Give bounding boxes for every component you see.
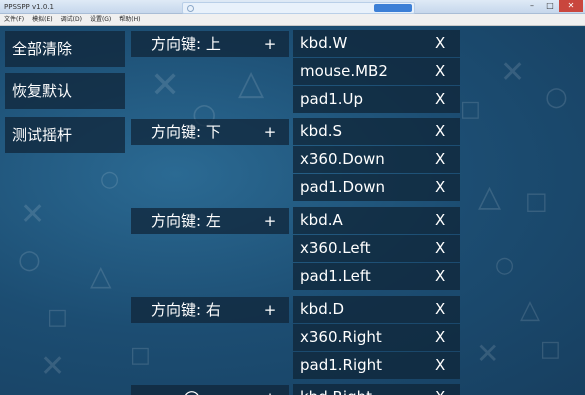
remove-binding-button[interactable]: X bbox=[435, 30, 445, 57]
cross-icon: ✕ bbox=[150, 65, 181, 106]
binding-name: x360.Left bbox=[300, 239, 371, 257]
binding-name: kbd.S bbox=[300, 122, 343, 140]
menu-file[interactable]: 文件(F) bbox=[0, 14, 28, 25]
binding-row[interactable]: pad1.Left X bbox=[293, 263, 460, 290]
binding-row[interactable]: pad1.Up X bbox=[293, 86, 460, 113]
triangle-icon: △ bbox=[478, 179, 502, 214]
cross-icon: ✕ bbox=[20, 197, 46, 232]
add-binding-down-button[interactable]: + bbox=[258, 119, 282, 145]
close-button[interactable]: ✕ bbox=[559, 0, 583, 12]
add-binding-circle-button[interactable]: + bbox=[258, 385, 282, 395]
cross-icon: ✕ bbox=[500, 55, 526, 90]
window-controls: – □ ✕ bbox=[523, 0, 583, 13]
binding-row[interactable]: x360.Left X bbox=[293, 235, 460, 262]
remove-binding-button[interactable]: X bbox=[435, 118, 445, 145]
menu-emulation[interactable]: 模拟(E) bbox=[28, 14, 56, 25]
title-search-box bbox=[182, 2, 415, 14]
binding-row[interactable]: kbd.D X bbox=[293, 296, 460, 323]
remove-binding-button[interactable]: X bbox=[435, 263, 445, 290]
binding-name: pad1.Down bbox=[300, 178, 386, 196]
binding-name: kbd.Right bbox=[300, 384, 372, 395]
cross-icon: ✕ bbox=[40, 349, 66, 384]
square-icon: □ bbox=[130, 343, 151, 368]
remove-binding-button[interactable]: X bbox=[435, 58, 445, 85]
binding-row[interactable]: pad1.Down X bbox=[293, 174, 460, 201]
search-icon bbox=[187, 5, 194, 12]
binding-name: x360.Right bbox=[300, 328, 382, 346]
circle-icon: ○ bbox=[18, 245, 41, 275]
window-title: PPSSPP v1.0.1 bbox=[4, 3, 54, 11]
menu-bar: 文件(F) 模拟(E) 调试(D) 设置(G) 帮助(H) bbox=[0, 14, 585, 26]
binding-row[interactable]: kbd.A X bbox=[293, 207, 460, 234]
remove-binding-button[interactable]: X bbox=[435, 324, 445, 351]
minimize-button[interactable]: – bbox=[523, 0, 541, 12]
triangle-icon: △ bbox=[520, 295, 540, 325]
binding-name: kbd.A bbox=[300, 211, 343, 229]
menu-settings[interactable]: 设置(G) bbox=[86, 14, 115, 25]
remove-binding-button[interactable]: X bbox=[435, 174, 445, 201]
remove-binding-button[interactable]: X bbox=[435, 235, 445, 262]
test-analog-button[interactable]: 测试摇杆 bbox=[5, 117, 125, 153]
binding-name: mouse.MB2 bbox=[300, 62, 388, 80]
binding-name: kbd.D bbox=[300, 300, 345, 318]
circle-icon: ○ bbox=[495, 253, 515, 278]
binding-row[interactable]: x360.Down X bbox=[293, 146, 460, 173]
remove-binding-button[interactable]: X bbox=[435, 146, 445, 173]
binding-name: pad1.Left bbox=[300, 267, 371, 285]
clear-all-button[interactable]: 全部清除 bbox=[5, 31, 125, 67]
binding-row[interactable]: kbd.S X bbox=[293, 118, 460, 145]
add-binding-left-button[interactable]: + bbox=[258, 208, 282, 234]
binding-row[interactable]: mouse.MB2 X bbox=[293, 58, 460, 85]
binding-row[interactable]: kbd.Right X bbox=[293, 384, 460, 395]
remove-binding-button[interactable]: X bbox=[435, 352, 445, 379]
remove-binding-button[interactable]: X bbox=[435, 207, 445, 234]
title-bar: PPSSPP v1.0.1 – □ ✕ bbox=[0, 0, 585, 14]
add-binding-right-button[interactable]: + bbox=[258, 297, 282, 323]
binding-name: kbd.W bbox=[300, 34, 348, 52]
circle-icon: ○ bbox=[100, 167, 120, 192]
binding-row[interactable]: kbd.W X bbox=[293, 30, 460, 57]
restore-defaults-button[interactable]: 恢复默认 bbox=[5, 73, 125, 109]
circle-icon: ○ bbox=[183, 384, 200, 395]
maximize-button[interactable]: □ bbox=[541, 0, 559, 12]
menu-help[interactable]: 帮助(H) bbox=[115, 14, 144, 25]
circle-icon: ○ bbox=[545, 82, 568, 112]
remove-binding-button[interactable]: X bbox=[435, 384, 445, 395]
binding-name: x360.Down bbox=[300, 150, 385, 168]
remove-binding-button[interactable]: X bbox=[435, 296, 445, 323]
control-mapping-screen: △ ✕ ○ □ ✕ ○ △ □ ✕ ○ △ □ ✕ △ ○ ✕ □ ○ □ 全部… bbox=[0, 27, 585, 395]
remove-binding-button[interactable]: X bbox=[435, 86, 445, 113]
square-icon: □ bbox=[47, 305, 68, 330]
binding-name: pad1.Right bbox=[300, 356, 383, 374]
binding-row[interactable]: pad1.Right X bbox=[293, 352, 460, 379]
triangle-icon: △ bbox=[90, 259, 112, 292]
square-icon: □ bbox=[540, 337, 561, 362]
binding-row[interactable]: x360.Right X bbox=[293, 324, 460, 351]
search-button bbox=[374, 4, 412, 12]
cross-icon: ✕ bbox=[476, 337, 500, 370]
menu-debug[interactable]: 调试(D) bbox=[57, 14, 86, 25]
square-icon: □ bbox=[460, 97, 481, 122]
binding-name: pad1.Up bbox=[300, 90, 364, 108]
triangle-icon: △ bbox=[238, 63, 265, 103]
add-binding-up-button[interactable]: + bbox=[258, 31, 282, 57]
square-icon: □ bbox=[525, 187, 548, 215]
